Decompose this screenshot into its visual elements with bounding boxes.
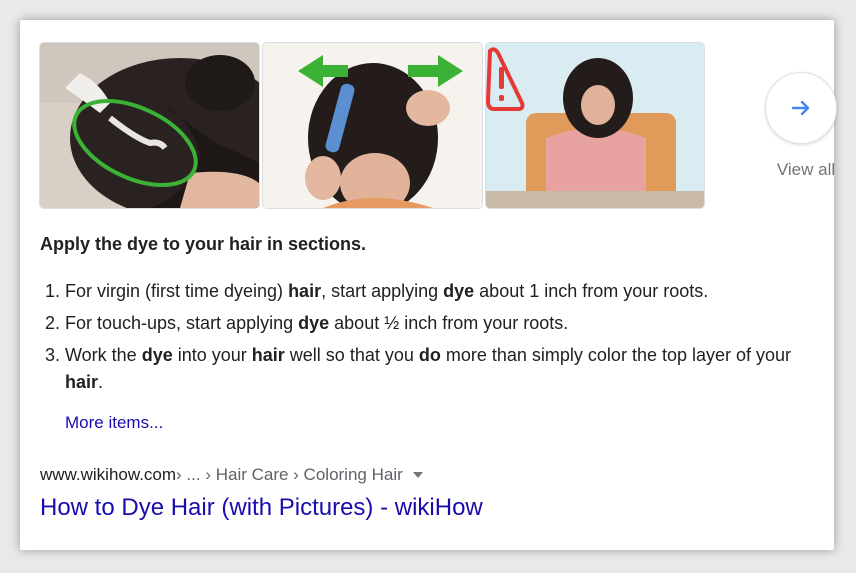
- steps-list: For virgin (first time dyeing) hair, sta…: [40, 278, 825, 401]
- step-item: Work the dye into your hair well so that…: [65, 342, 825, 396]
- step-keyword: do: [418, 345, 441, 365]
- thumbnail-parting-hair[interactable]: [263, 43, 482, 208]
- step-keyword: hair: [288, 281, 322, 301]
- step-keyword: dye: [298, 313, 330, 333]
- step-keyword: dye: [141, 345, 173, 365]
- thumbnail-seated-warning-image: [486, 43, 704, 208]
- featured-snippet-card: View all Apply the dye to your hair in s…: [20, 20, 837, 550]
- step-item: For virgin (first time dyeing) hair, sta…: [65, 278, 825, 305]
- view-all-button[interactable]: [765, 72, 837, 144]
- breadcrumb: www.wikihow.com › ... › Hair Care › Colo…: [40, 465, 423, 485]
- step-text: Work the: [65, 345, 142, 365]
- step-text: .: [98, 372, 104, 392]
- breadcrumb-path: › ... › Hair Care › Coloring Hair: [176, 465, 403, 484]
- result-title-link[interactable]: How to Dye Hair (with Pictures) - wikiHo…: [40, 494, 483, 522]
- step-keyword: hair: [251, 345, 285, 365]
- step-text: into your: [172, 345, 252, 365]
- thumbnail-parting-hair-image: [263, 43, 482, 208]
- view-all-control[interactable]: View all: [761, 72, 841, 180]
- step-text: For virgin (first time dyeing): [65, 281, 289, 301]
- thumbnail-dye-roots-image: [40, 43, 259, 208]
- thumbnail-seated-warning[interactable]: [486, 43, 704, 208]
- step-text: more than simply color the top layer of …: [440, 345, 792, 365]
- step-text: well so that you: [284, 345, 419, 365]
- step-keyword: dye: [443, 281, 475, 301]
- caret-down-icon[interactable]: [412, 472, 423, 478]
- snippet-heading: Apply the dye to your hair in sections.: [40, 234, 367, 254]
- step-keyword: hair: [65, 372, 99, 392]
- step-text: about 1 inch from your roots.: [474, 281, 709, 301]
- step-item: For touch-ups, start applying dye about …: [65, 310, 825, 337]
- view-all-label[interactable]: View all: [771, 160, 841, 180]
- step-text: For touch-ups, start applying: [65, 313, 299, 333]
- step-text: , start applying: [321, 281, 444, 301]
- arrow-right-icon: [791, 100, 810, 116]
- step-text: about ½ inch from your roots.: [329, 313, 569, 333]
- more-items-link[interactable]: More items...: [65, 413, 163, 433]
- breadcrumb-domain: www.wikihow.com: [40, 465, 177, 484]
- thumbnail-dye-roots[interactable]: [40, 43, 259, 208]
